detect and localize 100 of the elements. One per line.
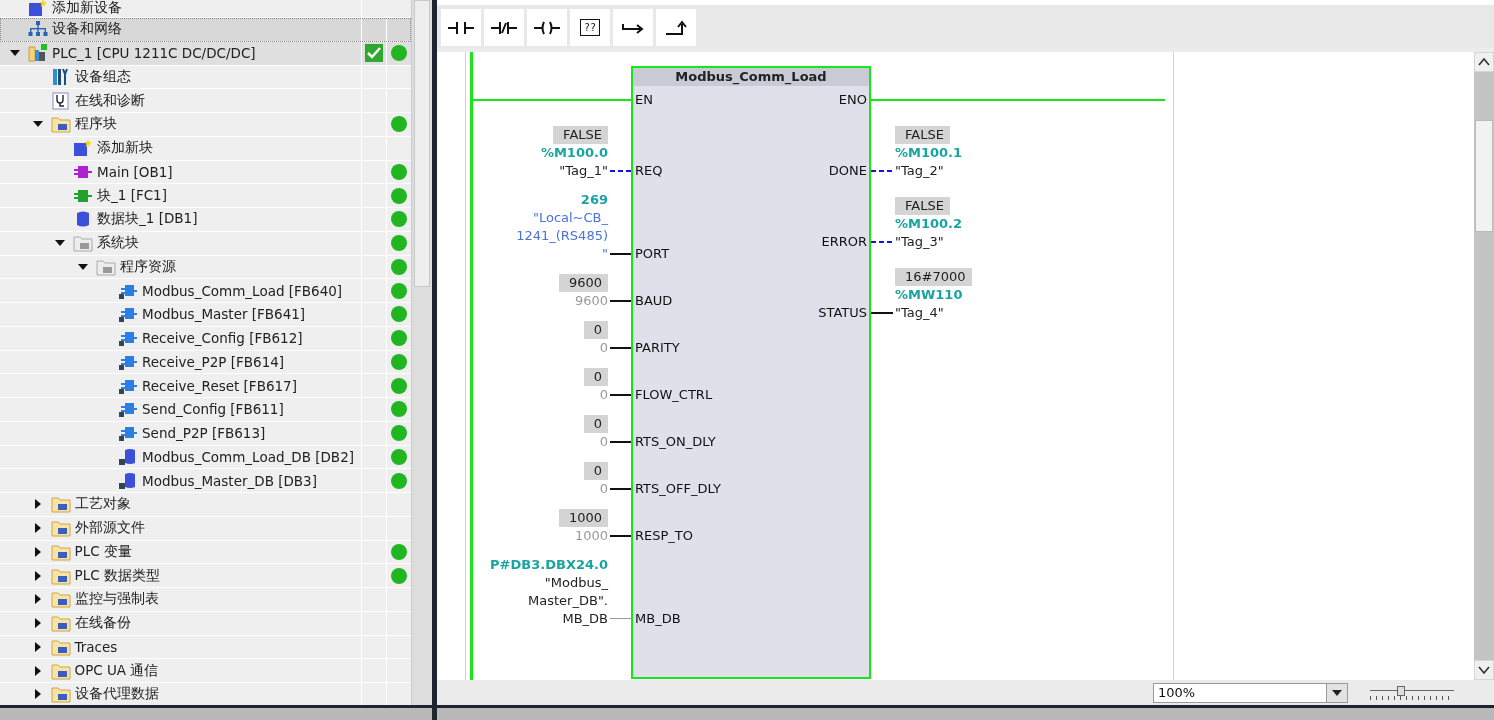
default-value: 0 [599,339,608,357]
tree-item[interactable]: 数据块_1 [DB1] [0,208,412,232]
folder-icon [50,495,71,514]
collapse-icon[interactable] [31,120,44,129]
tree-item[interactable]: 工艺对象 [0,493,412,517]
tree-item[interactable]: Send_P2P [FB613] [0,421,412,446]
expand-icon[interactable] [33,640,42,653]
default-value: 1000 [574,527,608,545]
block-icon [118,305,138,324]
tree-item[interactable]: 系统块 [0,231,412,256]
operand-address: P#DB3.DBX24.0 [490,556,608,574]
network-icon [28,20,48,39]
toolbar-button[interactable]: ?? [570,9,610,46]
scroll-up-icon[interactable] [1474,52,1494,72]
arrow-up-icon [664,19,688,36]
block-icon [118,329,138,348]
tree-item[interactable]: Modbus_Master [FB641] [0,303,412,327]
zoom-dropdown[interactable]: 100% [1153,682,1348,703]
tree-item[interactable]: PLC 变量 [0,540,412,565]
scrollbar-thumb[interactable] [414,0,430,287]
expand-icon[interactable] [33,664,42,677]
tree-item[interactable]: Receive_Reset [FB617] [0,374,412,398]
scroll-down-icon[interactable] [1474,660,1494,680]
tag-name: MB_DB [562,610,608,628]
tree-item[interactable]: PLC 数据类型 [0,564,412,588]
scrollbar[interactable] [1474,52,1494,680]
expand-icon[interactable] [33,617,42,630]
toolbar-button[interactable] [484,9,524,46]
operand-address: %M100.0 [540,144,608,162]
tree-item[interactable]: 添加新块 [0,136,412,161]
tree-item[interactable]: 外部源文件 [0,516,412,541]
folder-icon [50,685,71,704]
folder-icon [50,590,71,609]
tree-item[interactable]: Send_Config [FB611] [0,398,412,422]
pin-label: REQ [635,162,663,180]
block-title: Modbus_Comm_Load [633,68,869,86]
tree-item[interactable]: Modbus_Master_DB [DB3] [0,469,412,493]
tree-item[interactable]: 在线和诊断 [0,89,412,113]
database-icon [118,471,138,490]
expand-icon[interactable] [33,593,42,606]
toolbar-button[interactable] [656,9,696,46]
expand-icon[interactable] [33,498,42,511]
tree-item[interactable]: Traces [0,635,412,660]
slider-thumb[interactable] [1396,685,1405,696]
toolbar-button[interactable] [441,9,481,46]
tree-item-label: 程序块 [74,115,117,134]
collapse-icon[interactable] [76,262,89,271]
tree-item[interactable]: 在线备份 [0,611,412,636]
scrollbar[interactable] [411,0,432,705]
tree-item[interactable]: Main [OB1] [0,160,412,185]
expand-icon[interactable] [33,569,42,582]
expand-icon[interactable] [33,522,42,535]
contact-icon [448,20,474,35]
expand-icon[interactable] [33,688,42,701]
tree-item-label: 设备和网络 [52,20,122,39]
tree-item-label: OPC UA 通信 [74,661,159,680]
tree-item[interactable]: 设备和网络 [0,18,412,42]
default-value: 0 [599,386,608,404]
tree-item-label: 在线和诊断 [74,91,145,110]
tree-item[interactable]: Modbus_Comm_Load_DB [DB2] [0,445,412,470]
monitor-value: 0 [583,462,608,480]
tree-item-label: Send_P2P [FB613] [142,425,266,442]
toolbar-button[interactable] [527,9,567,46]
monitor-value: 0 [583,368,608,386]
expand-icon[interactable] [33,545,42,558]
collapse-icon[interactable] [54,239,66,248]
tree-item-label: 块_1 [FC1] [97,186,167,205]
tree-item[interactable]: 程序资源 [0,255,412,280]
tree-item[interactable]: OPC UA 通信 [0,659,412,683]
tree-item[interactable]: 程序块 [0,113,412,137]
tag-name: "Tag_2" [895,162,944,180]
tree-item[interactable]: 设备组态 [0,65,412,90]
tree-item[interactable]: PLC_1 [CPU 1211C DC/DC/DC] [0,41,412,66]
plc-icon [28,44,48,63]
tree-item-label: 程序资源 [119,257,176,276]
operand-address: 269 [580,191,608,209]
monitor-value: 16#7000 [895,268,972,286]
toolbar-button[interactable] [613,9,653,46]
monitor-value: FALSE [895,197,950,215]
pin-label: FLOW_CTRL [635,386,713,404]
tree-item[interactable]: Receive_Config [FB612] [0,326,412,351]
monitor-value: FALSE [553,126,608,144]
tree-item[interactable]: Modbus_Comm_Load [FB640] [0,279,412,303]
tree-item-label: 设备组态 [74,67,131,86]
tree-item[interactable]: Receive_P2P [FB614] [0,350,412,375]
pin-label: EN [635,91,653,109]
zoom-slider[interactable] [1370,684,1454,701]
collapse-icon[interactable] [9,49,21,58]
pin-label: RTS_OFF_DLY [635,480,721,498]
operand-address: %M100.1 [895,144,963,162]
scrollbar-thumb[interactable] [1475,120,1493,232]
pin-label: DONE [828,162,867,180]
tree-item-label: PLC 数据类型 [74,566,160,585]
tree-item[interactable]: 块_1 [FC1] [0,184,412,208]
monitor-value: 1000 [558,509,608,527]
constant-name: " [602,245,608,263]
monitor-value: 9600 [558,274,608,292]
default-value: 0 [599,433,608,451]
tree-item[interactable]: 监控与强制表 [0,588,412,612]
folder-icon [50,637,71,656]
